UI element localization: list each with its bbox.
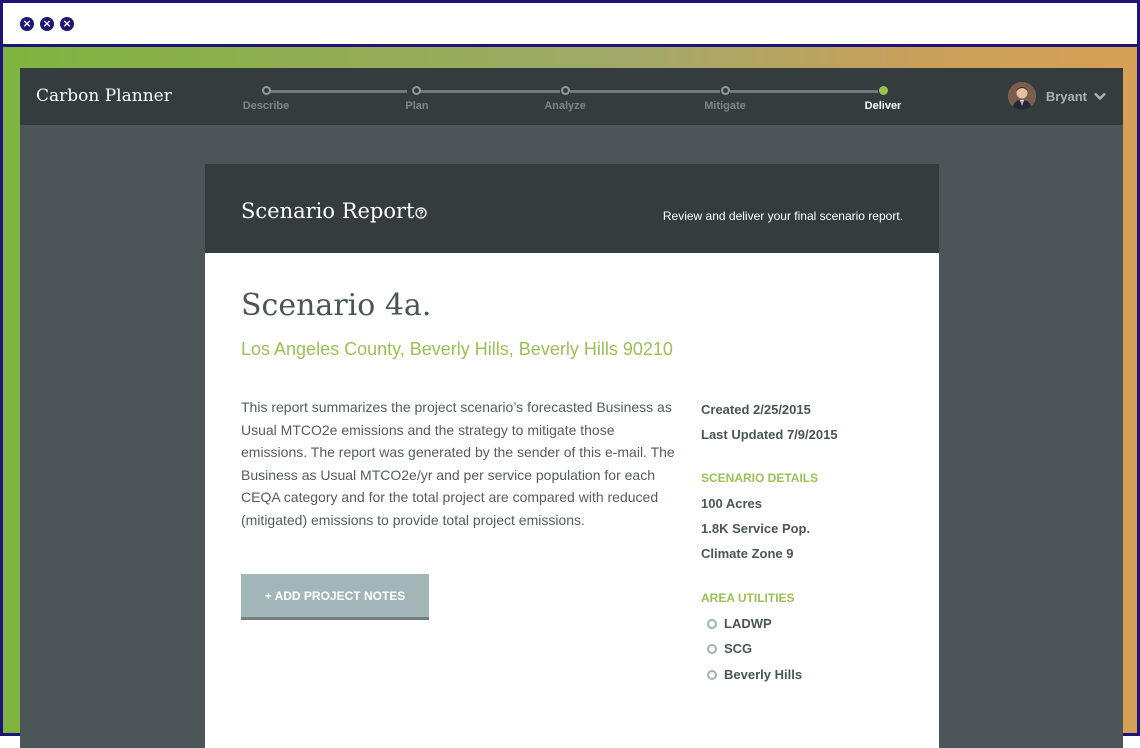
utility-item: Beverly Hills [707, 667, 802, 682]
utility-label: Beverly Hills [724, 667, 803, 682]
scenario-location: Los Angeles County, Beverly Hills, Bever… [241, 339, 673, 359]
detail-climate-zone: Climate Zone 9 [701, 546, 794, 561]
step-label-plan[interactable]: Plan [405, 100, 428, 112]
window-titlebar: × × × [3, 3, 1137, 47]
app-window: Carbon Planner Describe Plan Analyze Mit… [20, 68, 1123, 748]
card-header: Scenario Report Review and deliver your … [205, 164, 939, 253]
step-label-deliver[interactable]: Deliver [865, 100, 902, 112]
scenario-name: Scenario 4a. [241, 288, 432, 323]
step-dot-deliver[interactable] [879, 86, 888, 95]
close-window-icon[interactable]: × [20, 17, 34, 31]
step-dot-analyze[interactable] [561, 86, 570, 95]
step-connector [570, 90, 720, 93]
step-label-analyze[interactable]: Analyze [544, 100, 586, 112]
detail-service-pop: 1.8K Service Pop. [701, 521, 811, 536]
step-label-mitigate[interactable]: Mitigate [704, 100, 746, 112]
bullet-icon [707, 643, 717, 654]
area-utilities-heading: AREA UTILITIES [701, 591, 795, 605]
bullet-icon [707, 618, 717, 629]
step-connector [270, 90, 407, 93]
screenshot-frame: × × × Carbon Planner Describe Plan Analy… [0, 0, 1140, 748]
utility-item: LADWP [707, 616, 772, 631]
detail-acres: 100 Acres [701, 496, 762, 511]
scenario-report-card: Scenario Report Review and deliver your … [205, 164, 939, 748]
step-dot-plan[interactable] [412, 86, 421, 95]
report-summary: This report summarizes the project scena… [241, 399, 675, 528]
zoom-window-icon[interactable]: × [60, 17, 74, 31]
utility-label: LADWP [724, 616, 772, 631]
minimize-window-icon[interactable]: × [40, 17, 54, 31]
step-connector [420, 90, 560, 93]
created-date: Created 2/25/2015 [701, 402, 811, 417]
user-menu[interactable]: Bryant [1007, 82, 1107, 110]
bullet-icon [707, 669, 717, 680]
progress-steps: Describe Plan Analyze Mitigate Deliver [20, 68, 1123, 125]
top-navigation: Carbon Planner Describe Plan Analyze Mit… [20, 68, 1123, 125]
step-connector [730, 90, 878, 93]
user-avatar[interactable] [1007, 82, 1036, 110]
gradient-background: Carbon Planner Describe Plan Analyze Mit… [3, 47, 1137, 748]
utility-item: SCG [707, 641, 752, 656]
user-name[interactable]: Bryant [1046, 89, 1087, 104]
user-avatar-icon [1007, 82, 1036, 110]
add-project-notes-button[interactable]: + ADD PROJECT NOTES [241, 574, 429, 620]
last-updated-date: Last Updated 7/9/2015 [701, 427, 838, 442]
page-title: Scenario Report [241, 199, 415, 223]
chevron-down-icon[interactable] [1093, 89, 1107, 103]
scenario-details-heading: SCENARIO DETAILS [701, 471, 819, 485]
page-subtitle: Review and deliver your final scenario r… [662, 209, 903, 223]
utility-label: SCG [724, 641, 753, 656]
help-icon[interactable] [415, 207, 427, 219]
step-dot-mitigate[interactable] [721, 86, 730, 95]
step-label-describe[interactable]: Describe [243, 100, 289, 112]
step-dot-describe[interactable] [262, 86, 271, 95]
